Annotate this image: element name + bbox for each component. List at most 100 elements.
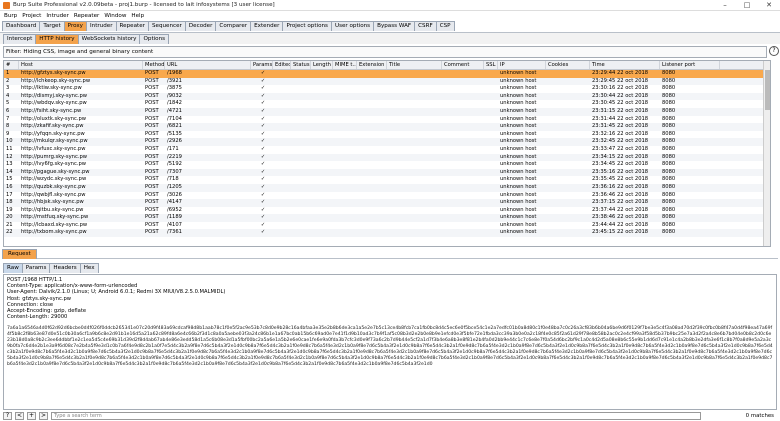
cell-number: 7 [6, 115, 10, 122]
cell-status [291, 146, 311, 154]
table-row[interactable]: 12 http://pumrg.sky-sync.pw POST/2219 ✓ unkn… [4, 153, 770, 162]
tab-params[interactable]: Params [21, 263, 51, 273]
tab-intercept[interactable]: Intercept [3, 34, 37, 44]
scrollbar-thumb[interactable] [765, 70, 770, 110]
tab-extender[interactable]: Extender [250, 21, 284, 31]
minimize-button[interactable]: – [714, 0, 736, 11]
cell-cookies [546, 184, 590, 192]
table-scrollbar[interactable] [763, 61, 770, 246]
tab-hex[interactable]: Hex [79, 263, 99, 273]
table-row[interactable]: 14 http://pgague.sky-sync.pw POST/7307 ✓ unk… [4, 168, 770, 177]
table-row[interactable]: 3 http://lktiw.sky-sync.pw POST/3875 ✓ unkno… [4, 85, 770, 93]
tab-headers[interactable]: Headers [49, 263, 81, 273]
cell-length [311, 100, 333, 108]
table-row[interactable]: 10 http://mkulqr.sky-sync.pw POST/2926 ✓ unk… [4, 138, 770, 146]
filter-bar[interactable]: Filter: Hiding CSS, image and general bi… [3, 46, 767, 58]
tab-project-options[interactable]: Project options [282, 21, 332, 31]
col-edited[interactable]: Edited [273, 61, 291, 69]
table-row[interactable]: 2 http://lchkeop.sky-sync.pw POST/3921 ✓ unk… [4, 77, 770, 86]
cell-method: POST [145, 85, 159, 92]
col-cookies[interactable]: Cookies [546, 61, 590, 69]
cell-edited [273, 108, 291, 116]
cell-cookies [546, 161, 590, 169]
table-row[interactable]: 21 http://lcbaxd.sky-sync.pw POST/4107 ✓ unk… [4, 222, 770, 230]
table-row[interactable]: 4 http://dismyj.sky-sync.pw POST/9032 ✓ unkn… [4, 92, 770, 101]
cell-status [291, 154, 311, 162]
col-comment[interactable]: Comment [442, 61, 484, 69]
table-row[interactable]: 11 http://lvfuxc.sky-sync.pw POST/171 ✓ unkn… [4, 146, 770, 154]
table-row[interactable]: 19 http://qitbu.sky-sync.pw POST/6952 ✓ unkn… [4, 207, 770, 215]
tab-csrf[interactable]: CSRF [414, 21, 437, 31]
tab-decoder[interactable]: Decoder [184, 21, 217, 31]
next-button[interactable]: > [39, 411, 48, 420]
tab-options[interactable]: Options [139, 34, 170, 44]
tab-user-options[interactable]: User options [330, 21, 375, 31]
tab-request[interactable]: Request [2, 249, 37, 259]
previous-button[interactable]: < [15, 411, 24, 420]
menu-window[interactable]: Window [104, 13, 126, 19]
table-row[interactable]: 18 http://hbjsk.sky-sync.pw POST/4147 ✓ unkn… [4, 199, 770, 207]
cell-mime [333, 176, 357, 184]
cell-cookies [546, 108, 590, 116]
help-button[interactable]: ? [3, 411, 12, 420]
tab-bypass-waf[interactable]: Bypass WAF [373, 21, 416, 31]
col-url[interactable]: URL [165, 61, 251, 69]
col-mime-type[interactable]: MIME t... [333, 61, 357, 69]
table-row[interactable]: 17 http://qwbjfl.sky-sync.pw POST/3026 ✓ unk… [4, 192, 770, 200]
table-row[interactable]: 8 http://zkafif.sky-sync.pw POST/6821 ✓ unkn… [4, 123, 770, 131]
col-number[interactable]: # [4, 61, 19, 69]
cell-extension [357, 138, 387, 146]
table-row[interactable]: 13 http://lvy6fg.sky-sync.pw POST/5192 ✓ unk… [4, 161, 770, 169]
col-extension[interactable]: Extension [357, 61, 387, 69]
request-body-editor[interactable]: POST /1968 HTTP/1.1 Content-Type: applic… [3, 274, 777, 410]
menu-intruder[interactable]: Intruder [46, 13, 69, 19]
table-row[interactable]: 6 http://fsiht.sky-sync.pw POST/4721 ✓ unkno… [4, 107, 770, 116]
cell-ip: unknown host [500, 123, 537, 130]
tab-repeater[interactable]: Repeater [115, 21, 149, 31]
cell-host: http://mstfuq.sky-sync.pw [21, 214, 89, 221]
col-listener-port[interactable]: Listener port [660, 61, 720, 69]
table-row[interactable]: 15 http://wzydc.sky-sync.pw POST/718 ✓ unkno… [4, 176, 770, 184]
cell-host: http://pumrg.sky-sync.pw [21, 153, 87, 160]
menu-burp[interactable]: Burp [4, 13, 17, 19]
cell-edited [273, 146, 291, 154]
col-ip[interactable]: IP [498, 61, 546, 69]
col-time[interactable]: Time [590, 61, 660, 69]
menu-repeater[interactable]: Repeater [74, 13, 99, 19]
maximize-button[interactable]: □ [736, 0, 758, 11]
tab-proxy[interactable]: Proxy [63, 21, 87, 31]
menu-help[interactable]: Help [131, 13, 144, 19]
add-button[interactable]: + [27, 411, 36, 420]
table-row[interactable]: 22 http://txbom.sky-sync.pw POST/7361 ✓ unkn… [4, 229, 770, 238]
col-method[interactable]: Method [143, 61, 165, 69]
table-row[interactable]: 16 http://quzbk.sky-sync.pw POST/1205 ✓ unkn… [4, 183, 770, 192]
close-button[interactable]: ✕ [758, 0, 780, 11]
cell-ip: unknown host [500, 153, 537, 160]
search-input[interactable]: Type a search term [51, 411, 701, 420]
help-icon[interactable]: ? [769, 46, 779, 56]
table-row[interactable]: 1 http://gfztys.sky-sync.pw POST/1968 ✓ unkn… [4, 70, 770, 78]
tab-target[interactable]: Target [39, 21, 65, 31]
cell-status [291, 85, 311, 93]
col-length[interactable]: Length [311, 61, 333, 69]
table-row[interactable]: 20 http://mstfuq.sky-sync.pw POST/1189 ✓ unk… [4, 214, 770, 222]
cell-comment [442, 123, 484, 131]
table-row[interactable]: 7 http://oluxtk.sky-sync.pw POST/7104 ✓ unkn… [4, 116, 770, 124]
tab-websockets-history[interactable]: WebSockets history [77, 34, 141, 44]
table-row[interactable]: 5 http://wbdqv.sky-sync.pw POST/1842 ✓ unkno… [4, 100, 770, 108]
table-row[interactable]: 9 http://yfqqn.sky-sync.pw POST/5135 ✓ unkno… [4, 131, 770, 139]
tab-http-history[interactable]: HTTP history [35, 34, 79, 44]
cell-cookies [546, 214, 590, 222]
tab-sequencer[interactable]: Sequencer [147, 21, 186, 31]
tab-raw[interactable]: Raw [3, 263, 23, 273]
menu-project[interactable]: Project [22, 13, 41, 19]
col-status[interactable]: Status [291, 61, 311, 69]
tab-csp[interactable]: CSP [435, 21, 455, 31]
col-host[interactable]: Host [19, 61, 143, 69]
tab-dashboard[interactable]: Dashboard [2, 21, 41, 31]
tab-comparer[interactable]: Comparer [215, 21, 252, 31]
tab-intruder[interactable]: Intruder [86, 21, 117, 31]
col-params[interactable]: Params [251, 61, 273, 69]
col-ssl[interactable]: SSL [484, 61, 498, 69]
col-title[interactable]: Title [387, 61, 442, 69]
